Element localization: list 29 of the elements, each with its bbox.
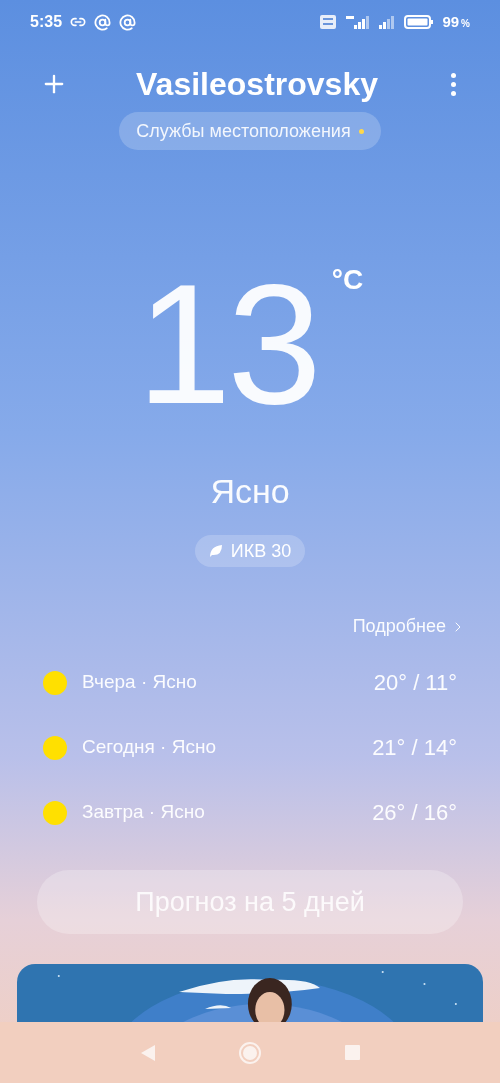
recents-icon[interactable]: [344, 1045, 360, 1060]
home-icon[interactable]: [238, 1041, 261, 1064]
temperature-value: 13: [136, 264, 318, 424]
at-sign-icon: [119, 13, 137, 31]
back-icon[interactable]: [140, 1044, 155, 1061]
battery-percent: 99: [442, 11, 460, 32]
battery-icon: [404, 15, 435, 29]
more-link[interactable]: Подробнее: [352, 613, 466, 640]
sun-icon: [43, 670, 67, 695]
sun-icon: [43, 800, 67, 825]
location-services-chip[interactable]: Службы местоположения: [119, 112, 381, 150]
temperature-range: 20° / 11°: [373, 669, 457, 697]
day-summary: Вчера · Ясно: [82, 670, 197, 695]
volte-icon: [320, 15, 337, 29]
temperature-range: 21° / 14°: [372, 734, 457, 762]
temperature-range: 26° / 16°: [372, 799, 457, 827]
signal-icon: [378, 15, 397, 29]
signal-icon: [344, 15, 371, 29]
aqi-chip[interactable]: ИКВ 30: [194, 535, 306, 567]
temperature-unit: °C: [331, 266, 364, 297]
at-sign-icon: [94, 13, 112, 31]
sun-icon: [43, 735, 67, 760]
battery-unit: %: [461, 16, 470, 31]
status-time: 5:35: [30, 12, 63, 32]
weather-condition: Ясно: [210, 471, 290, 512]
day-summary: Завтра · Ясно: [82, 800, 205, 825]
leaf-icon: [208, 544, 223, 558]
day-summary: Сегодня · Ясно: [82, 735, 216, 760]
city-title: Vasileostrovsky: [136, 65, 378, 104]
